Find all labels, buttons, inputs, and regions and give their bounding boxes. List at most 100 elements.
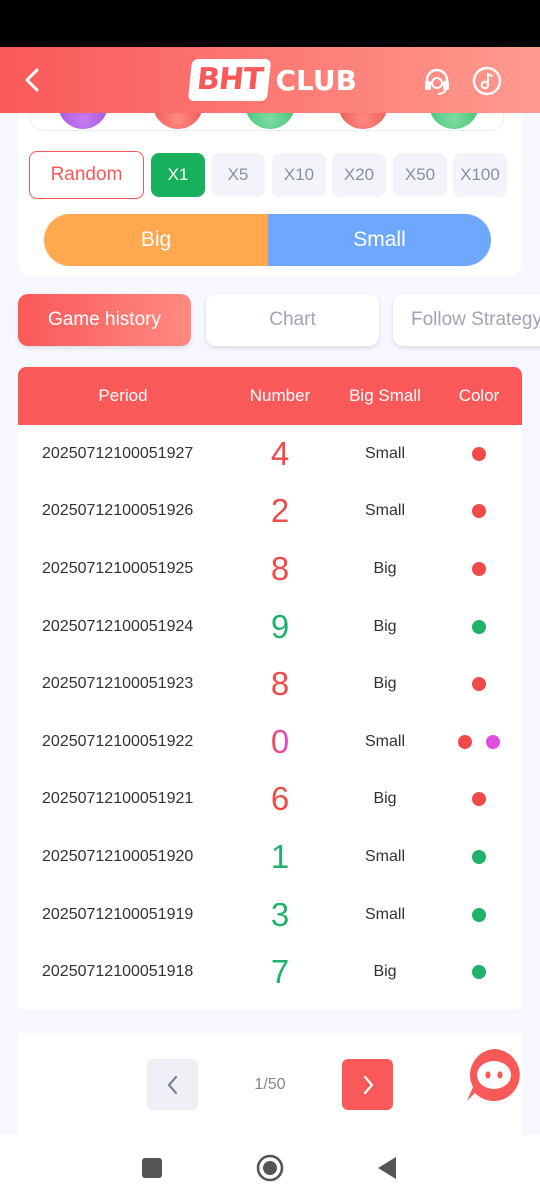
number-ball[interactable] (429, 113, 479, 129)
system-nav-bar (0, 1135, 540, 1200)
period-cell: 20250712100051920 (42, 847, 194, 865)
nav-recent-icon (142, 1158, 162, 1178)
multiplier-x50[interactable]: X50 (393, 153, 447, 197)
number-cell: 6 (270, 780, 290, 818)
number-cell: 8 (270, 665, 290, 703)
number-cell: 4 (270, 434, 290, 472)
header-period: Period (98, 386, 148, 405)
number-cell: 3 (270, 895, 290, 933)
table-row: 20250712100051925 8 Big (18, 540, 522, 598)
pagination: 1/50 (18, 1033, 522, 1135)
small-button[interactable]: Small (268, 214, 491, 266)
period-cell: 20250712100051923 (42, 675, 194, 693)
period-cell: 20250712100051924 (42, 617, 194, 635)
header-color: Color (458, 386, 500, 405)
red-dot-icon (472, 446, 486, 461)
violet-dot-icon (486, 734, 500, 749)
table-header: Period Number Big Small Color (18, 367, 522, 425)
logo-main: BHT (187, 59, 272, 101)
table-row: 20250712100051919 3 Small (18, 886, 522, 944)
color-cell (442, 425, 516, 483)
big-small-cell: Small (364, 905, 405, 923)
number-ball[interactable] (153, 113, 203, 129)
color-cell (442, 598, 516, 656)
support-button[interactable] (421, 65, 453, 97)
next-page-button[interactable] (342, 1059, 393, 1110)
big-small-cell: Big (373, 559, 397, 577)
big-small-cell: Small (364, 732, 405, 750)
nav-back-button[interactable] (373, 1153, 403, 1183)
nav-home-button[interactable] (255, 1153, 285, 1183)
period-cell: 20250712100051925 (42, 559, 194, 577)
tab-chart[interactable]: Chart (206, 294, 379, 346)
red-dot-icon (472, 677, 486, 692)
game-history-table: Period Number Big Small Color 2025071210… (18, 367, 522, 1009)
nav-back-icon (378, 1157, 396, 1179)
multiplier-x10[interactable]: X10 (272, 153, 326, 197)
status-bar (0, 0, 540, 47)
app-header: BHT CLUB (0, 47, 540, 113)
big-small-cell: Small (364, 444, 405, 462)
color-cell (442, 713, 516, 771)
color-cell (442, 771, 516, 829)
nav-home-icon (256, 1154, 284, 1182)
big-small-cell: Big (373, 963, 397, 981)
header-number: Number (249, 386, 311, 405)
number-cell: 9 (270, 607, 290, 645)
big-small-cell: Small (364, 847, 405, 865)
red-dot-icon (472, 792, 486, 807)
number-ball[interactable] (338, 113, 388, 129)
page-indicator: 1/50 (254, 1075, 286, 1093)
sound-button[interactable] (471, 65, 503, 97)
headset-support-icon (425, 68, 449, 95)
multiplier-x1[interactable]: X1 (151, 153, 205, 197)
number-ball[interactable] (245, 113, 295, 129)
prev-page-button[interactable] (147, 1059, 198, 1110)
chevron-right-icon (363, 1075, 373, 1094)
table-row: 20250712100051923 8 Big (18, 655, 522, 713)
table-row: 20250712100051918 7 Big (18, 943, 522, 1001)
number-cell: 8 (270, 549, 290, 587)
number-cell: 7 (270, 953, 290, 991)
green-dot-icon (472, 849, 486, 864)
number-cell: 1 (270, 837, 290, 875)
table-row: 20250712100051924 9 Big (18, 598, 522, 656)
big-small-cell: Big (373, 675, 397, 693)
back-arrow-icon (25, 68, 39, 92)
color-cell (442, 828, 516, 886)
multiplier-x20[interactable]: X20 (332, 153, 386, 197)
chevron-left-icon (167, 1075, 177, 1094)
table-row: 20250712100051926 2 Small (18, 483, 522, 541)
chat-button[interactable] (461, 1043, 527, 1109)
multiplier-x5[interactable]: X5 (211, 153, 265, 197)
big-small-selector: Big Small (44, 214, 491, 266)
color-cell (442, 540, 516, 598)
big-small-cell: Small (364, 502, 405, 520)
red-dot-icon (472, 561, 486, 576)
table-row: 20250712100051927 4 Small (18, 425, 522, 483)
big-button[interactable]: Big (44, 214, 268, 266)
period-cell: 20250712100051927 (42, 444, 194, 462)
color-cell (442, 655, 516, 713)
nav-recent-button[interactable] (137, 1153, 167, 1183)
big-small-cell: Big (373, 617, 397, 635)
color-cell (442, 943, 516, 1001)
table-row: 20250712100051920 1 Small (18, 828, 522, 886)
period-cell: 20250712100051919 (42, 905, 194, 923)
random-button[interactable]: Random (29, 151, 144, 199)
tab-game-history[interactable]: Game history (18, 294, 191, 346)
number-ball[interactable] (58, 113, 108, 129)
number-ball-strip (30, 113, 504, 131)
green-dot-icon (472, 907, 486, 922)
tab-follow-strategy[interactable]: Follow Strategy (393, 294, 540, 346)
multiplier-x100[interactable]: X100 (453, 153, 507, 197)
logo-sub: CLUB (275, 63, 357, 97)
red-dot-icon (472, 504, 486, 519)
chat-bubble-icon (464, 1045, 524, 1105)
period-cell: 20250712100051918 (42, 963, 194, 981)
period-cell: 20250712100051921 (42, 790, 194, 808)
brand-logo: BHT CLUB (187, 57, 357, 103)
back-button[interactable] (18, 63, 48, 97)
color-cell (442, 886, 516, 944)
period-cell: 20250712100051926 (42, 502, 194, 520)
